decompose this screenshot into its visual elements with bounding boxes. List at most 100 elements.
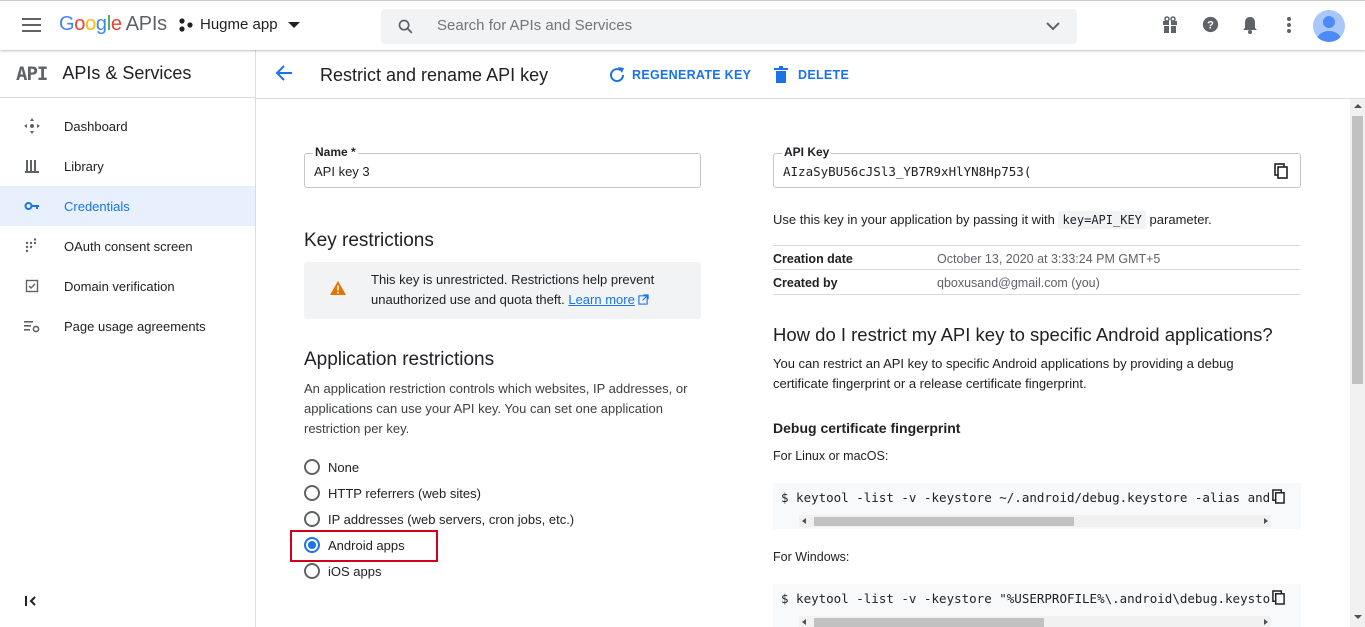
windows-command-block[interactable]: $ keytool -list -v -keystore "%USERPROFI… [773, 584, 1301, 627]
scroll-right-icon[interactable] [1264, 619, 1268, 625]
usage-suffix: parameter. [1149, 212, 1212, 227]
logo-google: Google [59, 13, 122, 35]
usage-prefix: Use this key in your application by pass… [773, 212, 1055, 227]
name-field-label: Name * [313, 145, 358, 159]
copy-icon[interactable] [1274, 163, 1288, 179]
creation-date-label: Creation date [773, 252, 853, 266]
delete-button[interactable]: DELETE [774, 66, 849, 84]
delete-label: DELETE [798, 68, 850, 82]
horizontal-scrollbar[interactable] [799, 616, 1271, 627]
usage-text: Use this key in your application by pass… [773, 210, 1313, 230]
radio-circle[interactable] [304, 459, 320, 475]
sidebar: API APIs & Services Dashboard Library Cr… [0, 50, 256, 627]
scroll-left-icon[interactable] [802, 619, 806, 625]
project-selector[interactable]: Hugme app [178, 16, 300, 33]
logo-apis: APIs [125, 13, 167, 35]
sidebar-item-label: OAuth consent screen [64, 238, 193, 254]
key-icon [24, 202, 39, 210]
back-arrow-icon[interactable] [275, 64, 293, 82]
vertical-scrollbar[interactable] [1350, 99, 1365, 627]
radio-ios-apps[interactable]: iOS apps [304, 563, 381, 579]
scrollbar-thumb[interactable] [814, 618, 1044, 627]
search-icon [398, 19, 413, 34]
sidebar-nav: Dashboard Library Credentials OAuth cons… [0, 98, 255, 346]
api-key-field[interactable]: API Key AIzaSyBU56cJSl3_YB7R9xHlYN8Hp753… [773, 145, 1301, 188]
copy-icon[interactable] [1272, 489, 1285, 504]
collapse-sidebar-icon[interactable] [24, 595, 38, 607]
caret-down-icon [287, 21, 300, 28]
android-apps-highlight-box [290, 530, 438, 562]
linux-command: $ keytool -list -v -keystore ~/.android/… [781, 490, 1271, 505]
scroll-up-icon[interactable] [1354, 104, 1362, 108]
radio-circle[interactable] [304, 563, 320, 579]
sidebar-item-page-usage[interactable]: Page usage agreements [0, 306, 255, 346]
content-header: Restrict and rename API key REGENERATE K… [256, 50, 1365, 99]
more-options-icon[interactable] [1286, 16, 1292, 34]
help-description: You can restrict an API key to specific … [773, 356, 1234, 391]
radio-none[interactable]: None [304, 459, 359, 475]
key-restrictions-heading: Key restrictions [304, 230, 434, 251]
help-icon[interactable]: ? [1202, 16, 1219, 33]
creation-date-row: Creation date October 13, 2020 at 3:33:2… [773, 245, 1301, 269]
learn-more-link[interactable]: Learn more [568, 292, 634, 307]
chevron-down-icon[interactable] [1045, 20, 1061, 32]
unrestricted-warning: This key is unrestricted. Restrictions h… [304, 262, 701, 319]
notifications-icon[interactable] [1242, 16, 1258, 34]
radio-label: None [328, 459, 360, 475]
sidebar-item-oauth-consent[interactable]: OAuth consent screen [0, 226, 255, 266]
refresh-icon [610, 67, 625, 83]
app-restrictions-heading: Application restrictions [304, 349, 495, 370]
sidebar-item-label: Domain verification [64, 278, 175, 294]
project-dots-icon [179, 17, 193, 32]
radio-circle[interactable] [304, 485, 320, 501]
google-apis-logo[interactable]: Google APIs [59, 13, 167, 36]
sidebar-item-dashboard[interactable]: Dashboard [0, 106, 255, 146]
warning-icon [330, 281, 346, 295]
name-field-value: API key 3 [314, 164, 370, 179]
sidebar-title[interactable]: APIs & Services [62, 63, 191, 84]
sidebar-item-credentials[interactable]: Credentials [0, 186, 255, 226]
sidebar-item-label: Page usage agreements [64, 318, 206, 334]
copy-icon[interactable] [1272, 590, 1285, 605]
scroll-left-icon[interactable] [802, 518, 806, 524]
windows-command: $ keytool -list -v -keystore "%USERPROFI… [781, 591, 1271, 606]
scrollbar-thumb[interactable] [814, 517, 1074, 526]
scroll-right-icon[interactable] [1264, 518, 1268, 524]
regenerate-key-button[interactable]: REGENERATE KEY [608, 66, 751, 84]
radio-label: HTTP referrers (web sites) [328, 485, 481, 501]
sidebar-item-domain-verification[interactable]: Domain verification [0, 266, 255, 306]
windows-label: For Windows: [773, 550, 850, 564]
regenerate-key-label: REGENERATE KEY [632, 68, 752, 82]
api-key-label: API Key [782, 145, 832, 159]
avatar[interactable] [1313, 10, 1345, 42]
sidebar-item-label: Credentials [64, 198, 130, 214]
gift-icon[interactable] [1162, 16, 1178, 34]
radio-label: IP addresses (web servers, cron jobs, et… [328, 511, 575, 527]
scroll-down-icon[interactable] [1354, 615, 1362, 619]
sidebar-item-label: Library [64, 158, 104, 174]
name-field[interactable]: Name * API key 3 [304, 145, 701, 188]
debug-fingerprint-heading: Debug certificate fingerprint [773, 420, 961, 436]
trash-icon [774, 66, 788, 83]
radio-http-referrers[interactable]: HTTP referrers (web sites) [304, 485, 481, 501]
created-by-value: qboxusand@gmail.com (you) [937, 276, 1100, 290]
horizontal-scrollbar[interactable] [799, 515, 1271, 527]
search-input[interactable] [437, 17, 1017, 34]
radio-ip-addresses[interactable]: IP addresses (web servers, cron jobs, et… [304, 511, 574, 527]
scrollbar-thumb[interactable] [1352, 116, 1363, 384]
linux-command-block[interactable]: $ keytool -list -v -keystore ~/.android/… [773, 483, 1301, 529]
sidebar-item-label: Dashboard [64, 118, 128, 134]
help-heading: How do I restrict my API key to specific… [773, 324, 1273, 345]
api-logo: API [16, 62, 48, 85]
sidebar-item-library[interactable]: Library [0, 146, 255, 186]
search-bar[interactable] [381, 9, 1077, 44]
main-menu-button[interactable] [22, 18, 41, 32]
app-restrictions-description: An application restriction controls whic… [304, 381, 688, 436]
created-by-row: Created by qboxusand@gmail.com (you) [773, 269, 1301, 295]
main-panel: Name * API key 3 Key restrictions This k… [256, 99, 1350, 627]
library-icon [25, 160, 39, 173]
dashboard-icon [24, 118, 40, 134]
sidebar-header: API APIs & Services [0, 50, 255, 98]
external-link-icon[interactable] [638, 294, 649, 305]
radio-circle[interactable] [304, 511, 320, 527]
